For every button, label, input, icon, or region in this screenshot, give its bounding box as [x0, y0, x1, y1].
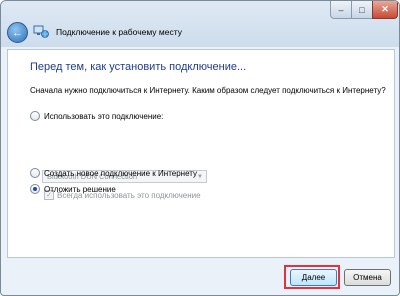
minimize-button[interactable]: –: [330, 1, 352, 19]
window-title: Подключение к рабочему месту: [56, 27, 182, 37]
dialog-window: ← Подключение к рабочему месту – □ ✕ Пер…: [0, 0, 400, 296]
network-connection-icon: [33, 25, 49, 38]
close-button[interactable]: ✕: [372, 1, 398, 19]
wizard-content: Перед тем, как установить подключение...…: [7, 49, 395, 258]
next-button-highlight: [284, 265, 340, 289]
page-heading: Перед тем, как установить подключение...: [30, 61, 247, 73]
radio-new-connection[interactable]: [30, 168, 40, 178]
back-button[interactable]: ←: [7, 22, 28, 43]
minimize-icon: –: [338, 4, 344, 15]
maximize-icon: □: [359, 4, 365, 15]
radio-selected-dot: [33, 187, 37, 191]
chevron-down-icon: ▼: [197, 174, 203, 180]
maximize-button[interactable]: □: [351, 1, 373, 19]
instruction-text: Сначала нужно подключиться к Интернету. …: [30, 86, 386, 95]
radio-postpone[interactable]: [30, 184, 40, 194]
option-postpone[interactable]: Отложить решение: [30, 184, 116, 194]
option-use-connection-label: Использовать это подключение:: [44, 111, 164, 121]
close-icon: ✕: [381, 4, 389, 14]
option-new-connection[interactable]: Создать новое подключение к Интернету: [30, 168, 197, 178]
cancel-button[interactable]: Отмена: [344, 269, 391, 286]
option-new-connection-label: Создать новое подключение к Интернету: [44, 168, 198, 178]
radio-use-connection[interactable]: [30, 111, 40, 121]
option-use-connection[interactable]: Использовать это подключение:: [30, 111, 163, 121]
back-arrow-icon: ←: [12, 26, 23, 39]
option-postpone-label: Отложить решение: [44, 184, 116, 194]
title-bar: ← Подключение к рабочему месту – □ ✕: [1, 1, 399, 47]
